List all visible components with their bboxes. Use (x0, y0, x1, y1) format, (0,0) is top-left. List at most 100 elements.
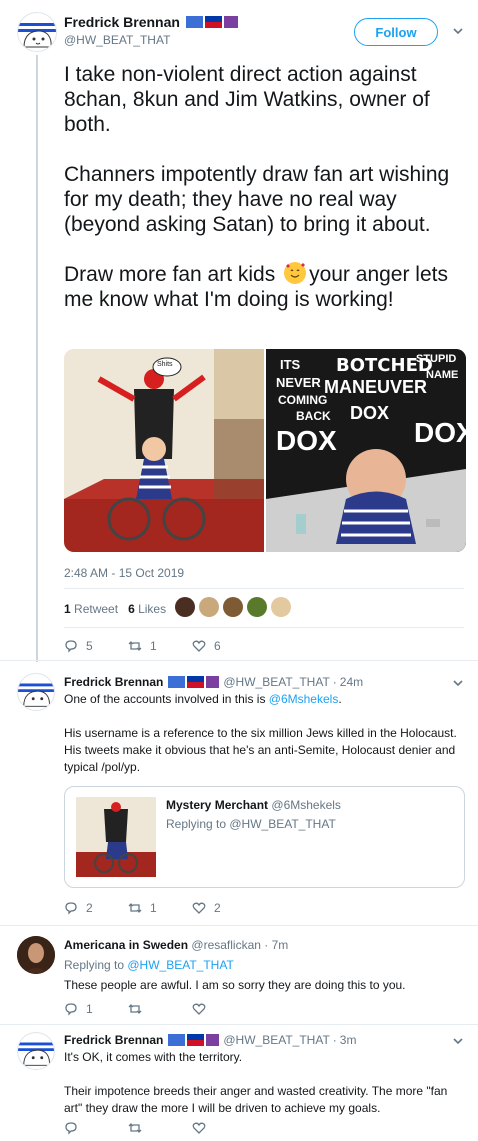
avatar[interactable] (17, 673, 55, 711)
avatar-image (18, 1042, 54, 1066)
reply-time[interactable]: 3m (340, 1033, 357, 1047)
mention-link[interactable]: @6Mshekels (269, 692, 339, 706)
reply-icon (65, 902, 77, 915)
liker-avatar[interactable] (271, 597, 291, 617)
quoted-replying-to: Replying to @HW_BEAT_THAT (166, 817, 336, 831)
reply-author-handle[interactable]: @resaflickan (191, 938, 261, 952)
likes-stat[interactable]: 6 Likes (128, 602, 166, 616)
like-count: 2 (214, 901, 221, 915)
like-action[interactable]: 2 (192, 901, 221, 915)
replying-to: Replying to @HW_BEAT_THAT (64, 957, 234, 974)
like-action[interactable] (192, 1002, 206, 1016)
reply-paragraph-2: His username is a reference to the six m… (64, 726, 457, 774)
image-word-back: BACK (296, 409, 331, 423)
likes-label: Likes (138, 602, 167, 616)
chevron-down-icon[interactable] (451, 676, 465, 690)
retweet-count: 1 (150, 639, 157, 653)
reply-author-name[interactable]: Fredrick Brennan (64, 675, 163, 689)
reply-author-handle[interactable]: @HW_BEAT_THAT (223, 1033, 329, 1047)
reply-action[interactable]: 5 (64, 639, 93, 653)
retweet-count: 1 (150, 901, 157, 915)
reply-header: Fredrick Brennan @HW_BEAT_THAT · 3m (64, 1033, 356, 1047)
separator-dot: · (264, 938, 269, 952)
reply-paragraph-1: It's OK, it comes with the territory. (64, 1050, 243, 1064)
reply-action[interactable]: 2 (64, 901, 93, 915)
smiling-hearts-emoji-icon (284, 262, 307, 284)
tweet-timestamp[interactable]: 2:48 AM - 15 Oct 2019 (64, 566, 184, 580)
liker-avatar[interactable] (223, 597, 243, 617)
accessibility-flag-icon (168, 676, 186, 688)
follow-label: Follow (375, 24, 417, 40)
image-word-its: ITS (280, 357, 301, 372)
retweet-action[interactable] (128, 1121, 142, 1135)
cross-flag-icon (206, 676, 220, 688)
image-speech-bubble: Shits (157, 361, 173, 368)
retweet-action[interactable]: 1 (128, 901, 157, 915)
quoted-tweet[interactable]: Mystery Merchant @6Mshekels Replying to … (64, 786, 465, 888)
reply-author-handle[interactable]: @HW_BEAT_THAT (223, 675, 329, 689)
cross-flag-icon (206, 1034, 220, 1046)
retweet-icon (128, 1004, 142, 1014)
likes-count: 6 (128, 602, 135, 616)
reply-author-name[interactable]: Fredrick Brennan (64, 1033, 163, 1047)
tweet-image-left[interactable]: Shits (64, 349, 264, 552)
reply-header: Fredrick Brennan @HW_BEAT_THAT · 24m (64, 675, 363, 689)
reply-icon (65, 1003, 77, 1016)
image-word-coming: COMING (278, 393, 328, 407)
separator-dot: · (332, 675, 337, 689)
reply-time[interactable]: 24m (340, 675, 363, 689)
like-action[interactable] (192, 1121, 206, 1135)
reply-text: It's OK, it comes with the territory. Th… (64, 1049, 466, 1117)
avatar-image (17, 936, 55, 974)
avatar[interactable] (17, 12, 57, 52)
tweet-paragraph-3: Draw more fan art kids your anger lets m… (64, 262, 464, 312)
retweet-icon (128, 641, 142, 651)
replying-to-link[interactable]: @HW_BEAT_THAT (127, 958, 233, 972)
liker-avatar[interactable] (199, 597, 219, 617)
retweets-count: 1 (64, 602, 71, 616)
tweet-stats: 1 Retweet 6 Likes (64, 602, 166, 616)
reply-action[interactable]: 1 (64, 1002, 93, 1016)
author-handle[interactable]: @HW_BEAT_THAT (64, 33, 170, 47)
chevron-down-icon[interactable] (451, 1034, 465, 1048)
reply-count: 5 (86, 639, 93, 653)
likers-avatars[interactable] (175, 597, 291, 617)
retweet-action[interactable] (128, 1002, 142, 1016)
divider (0, 1024, 478, 1025)
avatar[interactable] (17, 936, 55, 974)
quoted-author-handle: @6Mshekels (271, 798, 341, 812)
reply-count: 1 (86, 1002, 93, 1016)
philippines-flag-icon (187, 676, 205, 688)
author-name[interactable]: Fredrick Brennan (64, 14, 180, 30)
quoted-author-name: Mystery Merchant (166, 798, 269, 812)
follow-button[interactable]: Follow (354, 18, 438, 46)
retweet-icon (128, 903, 142, 913)
philippines-flag-icon (204, 16, 222, 28)
divider (64, 627, 464, 628)
image-word-never: NEVER (276, 375, 321, 390)
image-word-dox-1: DOX (350, 403, 390, 423)
accessibility-flag-icon (185, 16, 203, 28)
reply-action[interactable] (64, 1121, 78, 1135)
tweet-paragraph-3-start: Draw more fan art kids (64, 263, 276, 286)
reply-header: Americana in Sweden @resaflickan · 7m (64, 938, 288, 952)
reply-author-name[interactable]: Americana in Sweden (64, 938, 188, 952)
thread-line (36, 55, 38, 662)
retweets-stat[interactable]: 1 Retweet (64, 602, 118, 616)
divider (64, 588, 464, 589)
like-action[interactable]: 6 (192, 639, 221, 653)
retweet-action[interactable]: 1 (128, 639, 157, 653)
divider (0, 925, 478, 926)
tweet-text: I take non-violent direct action against… (64, 62, 464, 312)
liker-avatar[interactable] (175, 597, 195, 617)
chevron-down-icon[interactable] (451, 24, 465, 38)
liker-avatar[interactable] (247, 597, 267, 617)
reply-time[interactable]: 7m (272, 938, 289, 952)
heart-icon (192, 1122, 206, 1134)
image-word-maneuver: MANEUVER (324, 377, 428, 397)
tweet-paragraph-1: I take non-violent direct action against… (64, 63, 430, 136)
avatar-image (18, 683, 54, 707)
avatar[interactable] (17, 1032, 55, 1070)
quoted-tweet-thumbnail (76, 797, 156, 877)
tweet-image-right[interactable]: BOTCHED STUPID NAME ITS NEVER COMING BAC… (266, 349, 466, 552)
